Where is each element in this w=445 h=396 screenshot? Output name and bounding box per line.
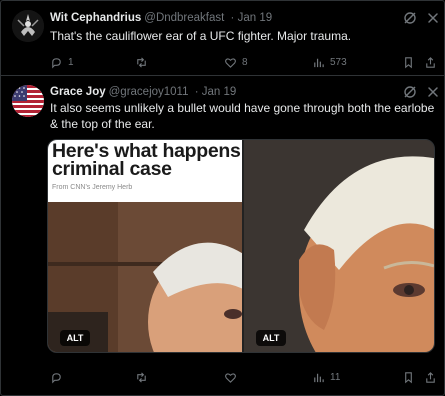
share-icon: [426, 56, 435, 68]
grok-icon[interactable]: [403, 11, 417, 25]
heart-icon: [225, 372, 236, 383]
retweet-button[interactable]: [135, 54, 153, 70]
tweet-text: It also seems unlikely a bullet would ha…: [50, 101, 435, 131]
retweet-icon: [137, 371, 146, 383]
tweet-text: That's the cauliflower ear of a UFC figh…: [50, 29, 352, 43]
separator-dot: ·: [227, 12, 238, 24]
share-button[interactable]: [424, 54, 437, 70]
grok-icon[interactable]: [403, 85, 417, 99]
bookmark-button[interactable]: [402, 54, 415, 70]
like-count: 8: [242, 56, 248, 68]
views-button[interactable]: 11: [312, 369, 340, 385]
tweet-header: Wit Cephandrius @Dndbreakfast · Jan 19: [50, 11, 385, 25]
author-handle[interactable]: @Dndbreakfast: [144, 12, 224, 24]
reply-button[interactable]: [50, 369, 68, 385]
reply-count: 1: [68, 56, 74, 68]
author-handle[interactable]: @gracejoy1011: [109, 86, 189, 98]
retweet-button[interactable]: [135, 369, 153, 385]
tweet-wit-cephandrius[interactable]: Wit Cephandrius @Dndbreakfast · Jan 19 Th…: [0, 0, 445, 76]
news-headline: Here's what happens criminal case: [52, 140, 241, 180]
tweet-grace-joy[interactable]: Grace Joy @gracejoy1011 · Jan 19 It also …: [0, 77, 445, 396]
reply-icon: [52, 57, 61, 68]
tweet-actions: 1 8 573: [50, 54, 440, 70]
views-icon: [314, 58, 324, 67]
retweet-icon: [137, 56, 146, 68]
bookmark-button[interactable]: [402, 369, 415, 385]
media-grid: Here's what happens criminal case From C…: [47, 139, 435, 353]
news-credit: From CNN's Jeremy Herb: [52, 184, 133, 191]
share-icon: [426, 371, 435, 383]
views-icon: [314, 373, 324, 382]
heart-icon: [225, 57, 236, 68]
media-image-1[interactable]: Here's what happens criminal case From C…: [48, 140, 242, 352]
close-icon[interactable]: [427, 12, 439, 24]
tweet-date[interactable]: Jan 19: [238, 12, 273, 24]
media-image-2[interactable]: ALT: [244, 140, 434, 352]
views-count: 11: [330, 371, 341, 383]
author-name[interactable]: Grace Joy: [50, 86, 106, 98]
views-count: 573: [330, 56, 347, 68]
tweet-actions: 11: [50, 369, 440, 385]
alt-badge[interactable]: ALT: [256, 330, 286, 346]
like-button[interactable]: [224, 369, 242, 385]
reply-button[interactable]: 1: [50, 54, 74, 70]
views-button[interactable]: 573: [312, 54, 347, 70]
bookmark-icon: [405, 371, 412, 383]
reply-icon: [52, 372, 61, 383]
tweet-header: Grace Joy @gracejoy1011 · Jan 19: [50, 85, 385, 99]
author-name[interactable]: Wit Cephandrius: [50, 12, 141, 24]
bookmark-icon: [405, 56, 412, 68]
separator-dot: ·: [191, 86, 202, 98]
close-icon[interactable]: [427, 86, 439, 98]
avatar[interactable]: [12, 10, 44, 42]
like-button[interactable]: 8: [224, 54, 248, 70]
alt-badge[interactable]: ALT: [60, 330, 90, 346]
photo-closeup: [244, 140, 434, 352]
share-button[interactable]: [424, 369, 437, 385]
tweet-date[interactable]: Jan 19: [202, 86, 237, 98]
avatar-us-flag[interactable]: [12, 85, 44, 117]
